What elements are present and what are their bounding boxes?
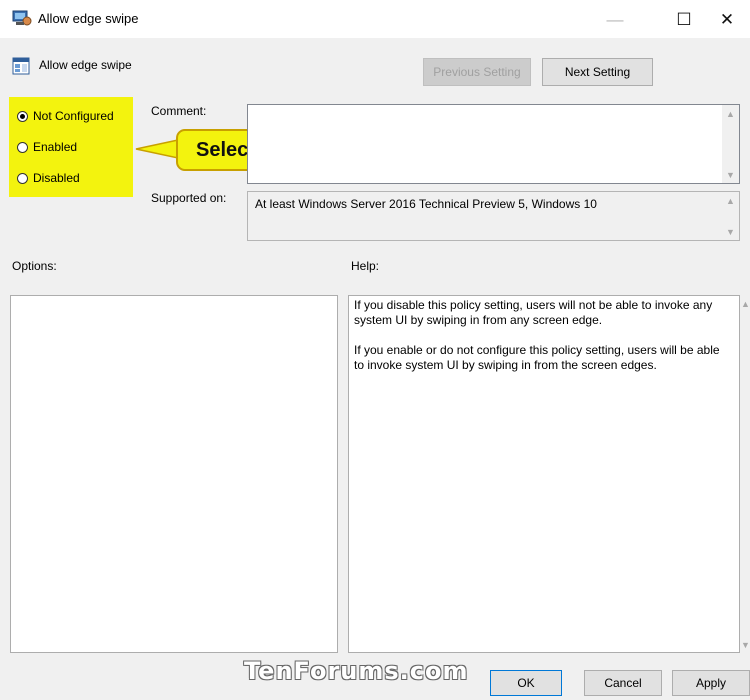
radio-selected-dot <box>20 113 25 119</box>
app-icon <box>12 9 32 27</box>
supported-on-field: At least Windows Server 2016 Technical P… <box>247 191 740 241</box>
callout-pointer <box>135 139 179 159</box>
close-button[interactable]: ✕ <box>704 6 750 34</box>
radio-enabled[interactable]: Enabled <box>17 137 114 157</box>
scroll-down-icon[interactable]: ▼ <box>722 166 739 183</box>
supported-on-value: At least Windows Server 2016 Technical P… <box>255 197 597 211</box>
scroll-up-icon[interactable]: ▲ <box>722 192 739 209</box>
ok-button[interactable]: OK <box>490 670 562 696</box>
comment-field[interactable]: ▲ ▼ <box>247 104 740 184</box>
radio-label: Disabled <box>33 171 80 185</box>
maximize-button[interactable]: ☐ <box>661 6 707 34</box>
apply-button[interactable]: Apply <box>672 670 750 696</box>
minimize-button[interactable]: — <box>592 6 638 34</box>
radio-group: Not Configured Enabled Disabled <box>17 106 114 188</box>
title-bar: Allow edge swipe — ☐ ✕ <box>0 0 750 38</box>
next-setting-button[interactable]: Next Setting <box>542 58 653 86</box>
help-paragraph: If you disable this policy setting, user… <box>354 298 713 327</box>
policy-name: Allow edge swipe <box>39 58 132 72</box>
supported-scrollbar[interactable]: ▲ ▼ <box>722 192 739 240</box>
watermark: TenForums.com <box>244 657 469 685</box>
radio-label: Not Configured <box>33 109 114 123</box>
previous-setting-button[interactable]: Previous Setting <box>423 58 531 86</box>
scroll-down-icon[interactable]: ▼ <box>722 223 739 240</box>
radio-button[interactable] <box>17 172 28 184</box>
help-scrollbar[interactable]: ▲ ▼ <box>741 295 750 653</box>
help-paragraph: If you enable or do not configure this p… <box>354 343 720 372</box>
help-panel: If you disable this policy setting, user… <box>348 295 740 653</box>
scroll-up-icon[interactable]: ▲ <box>722 105 739 122</box>
supported-on-label: Supported on: <box>151 191 227 205</box>
radio-disabled[interactable]: Disabled <box>17 168 114 188</box>
radio-button[interactable] <box>17 141 28 153</box>
help-text: If you disable this policy setting, user… <box>354 298 732 373</box>
comment-label: Comment: <box>151 104 207 118</box>
policy-icon <box>12 57 30 75</box>
help-label: Help: <box>351 259 380 273</box>
scroll-up-icon[interactable]: ▲ <box>741 295 750 312</box>
cancel-button[interactable]: Cancel <box>584 670 662 696</box>
comment-scrollbar[interactable]: ▲ ▼ <box>722 105 739 183</box>
radio-button[interactable] <box>17 110 28 122</box>
options-label: Options: <box>12 259 57 273</box>
scroll-down-icon[interactable]: ▼ <box>741 636 750 653</box>
options-panel <box>10 295 338 653</box>
window-title: Allow edge swipe <box>38 11 139 26</box>
radio-label: Enabled <box>33 140 78 154</box>
radio-not-configured[interactable]: Not Configured <box>17 106 114 126</box>
